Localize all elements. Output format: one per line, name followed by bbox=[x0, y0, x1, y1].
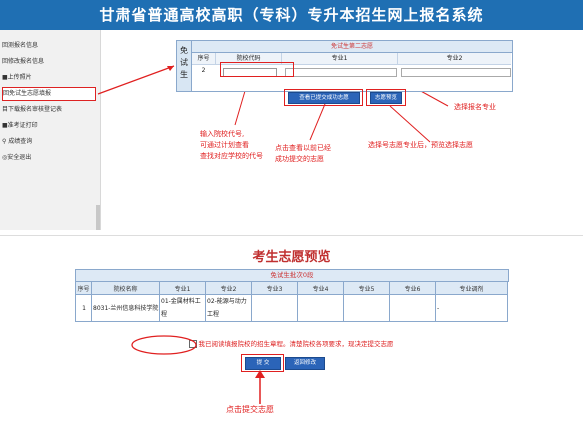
row-index: 2 bbox=[201, 67, 206, 74]
preview-table: 序号 院校名称 专业1 专业2 专业3 专业4 专业5 专业6 专业调剂 1 8… bbox=[75, 281, 508, 322]
preview-row-major1: 01-金属材料工程 bbox=[159, 294, 206, 322]
preview-row-school: 8031-兰州信息科技学院 bbox=[91, 294, 160, 322]
col-index: 序号 bbox=[192, 53, 216, 65]
table-row: 1 8031-兰州信息科技学院 01-金属材料工程 02-能源与动力工程 - bbox=[75, 294, 508, 322]
form-side-label: 免 试 生 bbox=[177, 41, 192, 91]
preview-title: 考生志愿预览 bbox=[252, 250, 331, 265]
preview-col-major1: 专业1 bbox=[159, 281, 206, 295]
preview-col-major3: 专业3 bbox=[251, 281, 298, 295]
highlight-preview bbox=[366, 89, 406, 106]
back-edit-button[interactable]: 返回修改 bbox=[285, 357, 325, 370]
preview-row-adjust: - bbox=[435, 294, 508, 322]
arrow-preview bbox=[389, 105, 431, 143]
form-heading: 免试生第二志愿 bbox=[192, 41, 512, 53]
col-major1: 专业1 bbox=[282, 53, 398, 65]
section-divider bbox=[0, 235, 583, 236]
preview-row-major3 bbox=[251, 294, 298, 322]
preview-col-school: 院校名称 bbox=[91, 281, 160, 295]
highlight-agreement bbox=[131, 335, 197, 355]
preview-col-major4: 专业4 bbox=[297, 281, 344, 295]
preview-col-adjust: 专业调剂 bbox=[435, 281, 508, 295]
annotation-view-prev-2: 成功提交的志愿 bbox=[275, 155, 324, 163]
submit-arrow bbox=[255, 370, 265, 404]
major2-select[interactable] bbox=[401, 68, 511, 77]
preview-row-index: 1 bbox=[75, 294, 92, 322]
arrow-sidebar-to-form bbox=[97, 65, 175, 95]
submit-arrowhead bbox=[255, 370, 265, 378]
highlight-view bbox=[284, 89, 363, 106]
annotation-preview-hint: 选择号志愿专业后，预览选择志愿 bbox=[368, 141, 473, 149]
preview-col-major6: 专业6 bbox=[389, 281, 436, 295]
preview-row-major4 bbox=[297, 294, 344, 322]
annotation-select-major: 选择报名专业 bbox=[454, 103, 496, 111]
preview-row-major2: 02-能源与动力工程 bbox=[205, 294, 252, 322]
annotation-click-submit: 点击提交志愿 bbox=[226, 405, 274, 414]
highlight-code bbox=[220, 62, 294, 77]
annotation-view-prev-1: 点击查看以前已经 bbox=[275, 144, 331, 152]
arrow-view bbox=[309, 103, 326, 141]
annotation-enter-code-1: 输入院校代号, bbox=[200, 130, 245, 138]
preview-col-index: 序号 bbox=[75, 281, 92, 295]
preview-col-major2: 专业2 bbox=[205, 281, 252, 295]
annotation-enter-code-3: 查找对应学校的代号 bbox=[200, 152, 263, 160]
preview-header-row: 序号 院校名称 专业1 专业2 专业3 专业4 专业5 专业6 专业调剂 bbox=[75, 281, 508, 295]
col-major2: 专业2 bbox=[398, 53, 511, 65]
highlight-agreement-ellipse bbox=[131, 335, 197, 355]
preview-row-major5 bbox=[343, 294, 390, 322]
major1-select[interactable] bbox=[285, 68, 397, 77]
annotation-enter-code-2: 可通过计划查看 bbox=[200, 141, 249, 149]
annotation-arrows bbox=[97, 65, 449, 143]
preview-row-major6 bbox=[389, 294, 436, 322]
agreement-text: 我已阅读填报院校的招生章程。清楚院校各项要求，现决定提交志愿 bbox=[198, 340, 394, 348]
preview-col-major5: 专业5 bbox=[343, 281, 390, 295]
